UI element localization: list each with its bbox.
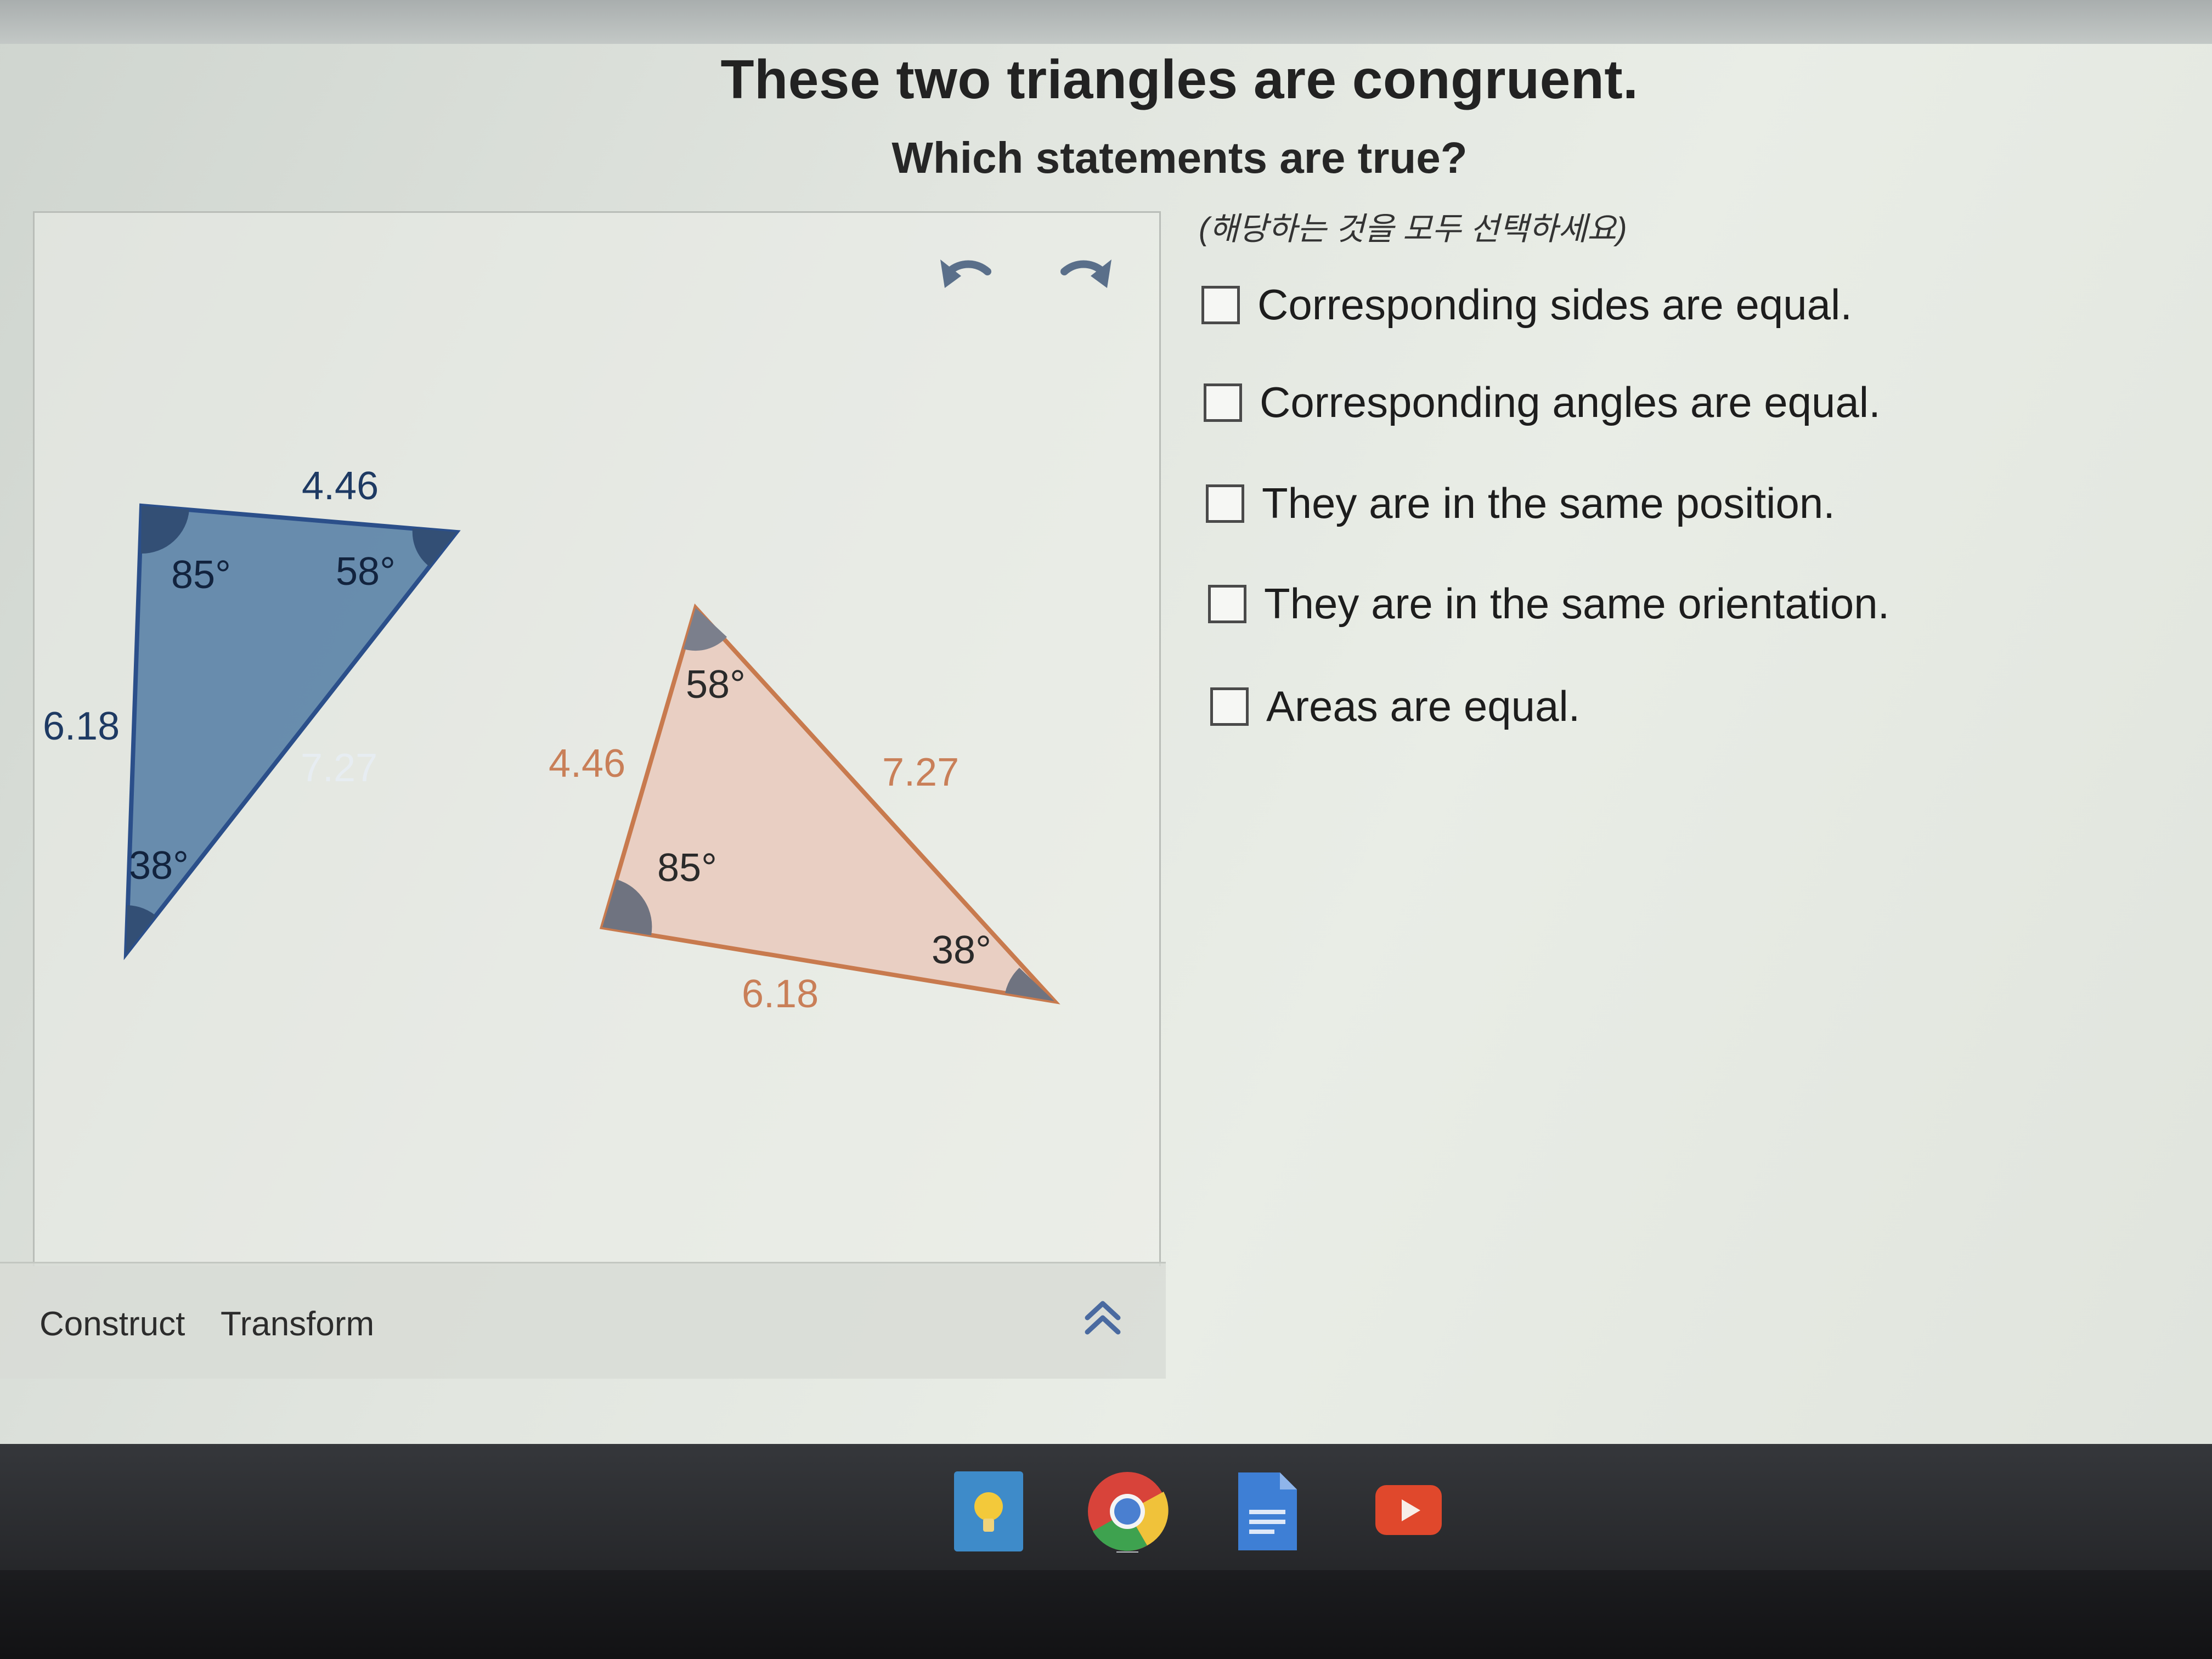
blue-angle-bottom-label: 38° <box>129 844 189 888</box>
option-checkbox[interactable] <box>1208 584 1246 623</box>
keep-app-icon[interactable] <box>953 1470 1024 1553</box>
option-label: They are in the same position. <box>1262 479 1835 527</box>
orange-angle-right-label: 38° <box>932 928 991 972</box>
screen-top-bezel <box>0 0 2212 44</box>
blue-angle-top-left-label: 85° <box>171 553 231 597</box>
orange-angle-left-label: 85° <box>657 846 717 890</box>
blue-side-left-label: 6.18 <box>43 704 120 748</box>
option-label: They are in the same orientation. <box>1264 579 1890 628</box>
select-all-hint: (해당하는 것을 모두 선택하세요) <box>1199 211 1627 247</box>
option-label: Areas are equal. <box>1266 682 1581 730</box>
option-corresponding-angles[interactable]: Corresponding angles are equal. <box>1204 377 1881 427</box>
question-prompt: Which statements are true? <box>891 133 1468 182</box>
option-same-orientation[interactable]: They are in the same orientation. <box>1208 579 1889 629</box>
orange-side-bottom-label: 6.18 <box>742 972 819 1016</box>
option-checkbox[interactable] <box>1204 383 1242 422</box>
option-checkbox[interactable] <box>1201 285 1240 324</box>
youtube-app-icon[interactable] <box>1374 1484 1443 1536</box>
orange-side-left-label: 4.46 <box>549 742 625 786</box>
option-corresponding-sides[interactable]: Corresponding sides are equal. <box>1201 280 1852 330</box>
chevron-double-up-icon[interactable] <box>1081 1296 1125 1340</box>
orange-angle-top-label: 58° <box>686 663 746 707</box>
option-label: Corresponding angles are equal. <box>1260 378 1881 426</box>
option-checkbox[interactable] <box>1206 484 1244 523</box>
redo-icon[interactable] <box>1053 250 1119 299</box>
option-checkbox[interactable] <box>1210 687 1249 726</box>
chrome-app-icon[interactable] <box>1086 1470 1169 1553</box>
option-areas-equal[interactable]: Areas are equal. <box>1210 681 1580 731</box>
tab-construct[interactable]: Construct <box>40 1305 185 1344</box>
blue-side-top-label: 4.46 <box>302 464 379 508</box>
undo-icon[interactable] <box>933 250 998 299</box>
orange-side-right-label: 7.27 <box>882 751 959 794</box>
option-same-position[interactable]: They are in the same position. <box>1206 478 1835 528</box>
blue-angle-top-right-label: 58° <box>336 550 396 594</box>
blue-side-hypotenuse-label: 7.27 <box>301 746 377 790</box>
option-label: Corresponding sides are equal. <box>1257 280 1853 329</box>
question-title: These two triangles are congruent. <box>720 49 1639 110</box>
docs-app-icon[interactable] <box>1236 1470 1299 1553</box>
tab-transform[interactable]: Transform <box>221 1305 374 1344</box>
